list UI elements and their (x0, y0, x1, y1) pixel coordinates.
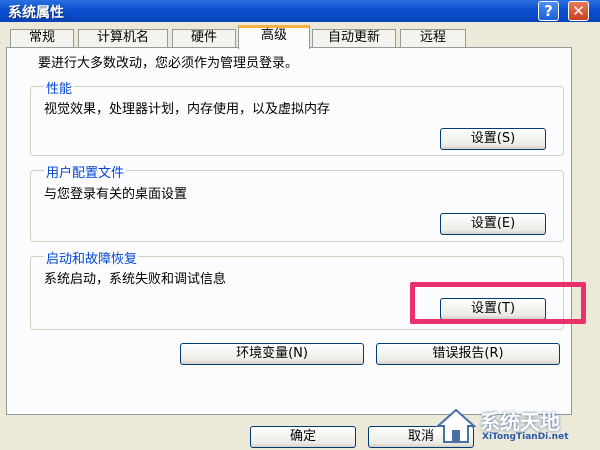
close-button[interactable]: ✕ (568, 1, 589, 21)
user-profiles-label: 用户配置文件 (44, 162, 127, 181)
user-profiles-description: 与您登录有关的桌面设置 (44, 187, 188, 202)
performance-description: 视觉效果，处理器计划，内存使用，以及虚拟内存 (44, 102, 331, 117)
close-icon: ✕ (572, 2, 585, 20)
tab-computer-name[interactable]: 计算机名 (78, 29, 168, 47)
tab-auto-update[interactable]: 自动更新 (312, 29, 396, 47)
house-icon (435, 408, 477, 443)
admin-notice: 要进行大多数改动，您必须作为管理员登录。 (38, 56, 299, 71)
tab-advanced[interactable]: 高级 (238, 25, 310, 49)
help-icon: ? (544, 2, 553, 20)
window-title: 系统属性 (8, 5, 64, 21)
watermark-cn: 系统天地 (480, 410, 560, 434)
help-button[interactable]: ? (538, 1, 559, 21)
performance-settings-button[interactable]: 设置(S) (440, 128, 546, 150)
startup-recovery-description: 系统启动，系统失败和调试信息 (44, 272, 227, 287)
user-profiles-settings-button[interactable]: 设置(E) (440, 213, 546, 235)
startup-recovery-label: 启动和故障恢复 (44, 248, 140, 267)
highlight-box (410, 282, 586, 324)
error-report-button[interactable]: 错误报告(R) (376, 343, 560, 365)
watermark-en: XiTongTianDi.net (482, 432, 569, 442)
tab-hardware[interactable]: 硬件 (172, 29, 236, 47)
title-bar: 系统属性 ? ✕ (0, 0, 600, 22)
watermark: 系统天地 XiTongTianDi.net (432, 404, 600, 450)
ok-button[interactable]: 确定 (250, 426, 356, 448)
tab-general[interactable]: 常规 (10, 29, 74, 47)
tab-remote[interactable]: 远程 (400, 29, 466, 47)
environment-variables-button[interactable]: 环境变量(N) (180, 343, 364, 365)
performance-label: 性能 (44, 78, 75, 97)
